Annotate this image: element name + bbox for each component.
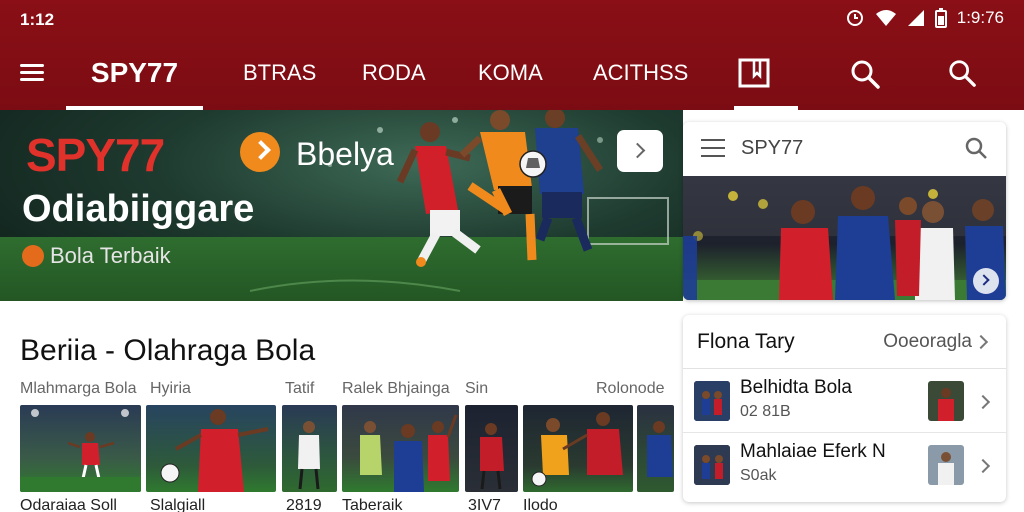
thumbnail-image: [480, 423, 504, 490]
video-thumbnail[interactable]: [523, 405, 633, 492]
top-app-bar: 1:12 1:9:76 SPY77 BTRAS RODA KOMA ACITHS…: [0, 0, 1024, 110]
hamburger-icon[interactable]: [701, 139, 725, 157]
list-item-title: Mahlaiae Eferk N: [740, 441, 886, 462]
status-time: 1:12: [20, 10, 55, 29]
chevron-right-icon: [629, 142, 646, 159]
hero-tagline: Bola Terbaik: [50, 243, 171, 268]
mini-app-title: SPY77: [741, 137, 804, 159]
thumbnail-caption: 3IV7: [468, 497, 501, 512]
thumbnail-caption: 2819: [286, 497, 322, 512]
hamburger-icon[interactable]: [20, 64, 44, 81]
list-item-subtitle: S0ak: [740, 467, 777, 484]
list-panel-title: Flona Tary: [697, 330, 795, 353]
nav-tab-book[interactable]: [734, 52, 798, 110]
video-thumbnail[interactable]: [20, 405, 141, 492]
status-clock: 1:9:76: [956, 8, 1004, 27]
chevron-right-icon: [975, 394, 991, 410]
hero-title: Odiabiiggare: [22, 188, 255, 230]
nav-tab-1[interactable]: BTRAS: [243, 60, 316, 86]
chevron-right-icon: [978, 274, 990, 286]
wifi-icon: [875, 10, 896, 26]
column-label: Rolonode: [596, 380, 665, 397]
side-list-panel: Flona Tary Ooeoragla Belhidta Bola 02 81…: [683, 315, 1006, 502]
mini-next-button[interactable]: [973, 268, 999, 294]
chevron-right-icon: [251, 140, 271, 160]
book-icon: [738, 58, 770, 88]
search-icon[interactable]: [849, 58, 881, 90]
nav-tab-2[interactable]: RODA: [362, 60, 426, 86]
thumbnail-caption: Slalgiall: [150, 497, 206, 512]
thumbnail-image: [694, 445, 730, 485]
thumbnail-image: [298, 421, 320, 490]
list-item-title: Belhidta Bola: [740, 377, 852, 398]
column-label: Tatif: [285, 380, 315, 397]
thumbnail-image: [360, 414, 458, 492]
video-thumbnail[interactable]: [282, 405, 337, 492]
video-thumbnail[interactable]: [146, 405, 276, 492]
thumbnail-image: [928, 381, 964, 421]
search-icon-secondary[interactable]: [947, 58, 977, 88]
hero-next-button[interactable]: [617, 130, 663, 172]
nav-tab-home[interactable]: SPY77: [66, 52, 203, 110]
list-item-subtitle: 02 81B: [740, 403, 791, 420]
thumbnail-image: [160, 409, 269, 492]
hero-banner[interactable]: SPY77 Bbelya Odiabiiggare Bola Terbaik: [0, 110, 683, 301]
chevron-right-icon: [973, 334, 989, 350]
column-label: Mlahmarga Bola: [20, 380, 137, 397]
thumbnail-caption: Taberaik: [342, 497, 403, 512]
chevron-right-icon: [975, 458, 991, 474]
list-item[interactable]: Belhidta Bola 02 81B: [683, 369, 1006, 433]
thumbnail-image: [928, 445, 964, 485]
nav-tab-4[interactable]: ACITHSS: [593, 60, 688, 86]
section-title: Beriia - Olahraga Bola: [20, 334, 316, 367]
video-thumbnail[interactable]: [637, 405, 674, 492]
ball-icon: [22, 245, 44, 267]
thumbnail-caption: Odaraiaa Soll: [20, 497, 117, 512]
mini-match-photo: [683, 176, 1006, 300]
hero-play-button[interactable]: [240, 132, 280, 172]
team-players-image: [683, 176, 1006, 300]
column-label: Sin: [465, 380, 489, 397]
column-label: Ralek Bhjainga: [342, 380, 450, 397]
alarm-icon: [846, 10, 863, 26]
hero-subtitle: Bbelya: [296, 136, 394, 172]
list-panel-link[interactable]: Ooeoragla: [883, 331, 972, 353]
status-icons: 1:9:76: [845, 8, 1004, 28]
column-label: Hyiria: [150, 380, 191, 397]
list-panel-header[interactable]: Flona Tary Ooeoragla: [683, 315, 1006, 369]
thumbnail-image: [647, 421, 673, 477]
thumbnail-image: [20, 409, 141, 492]
search-icon[interactable]: [964, 136, 988, 160]
signal-icon: [907, 10, 924, 26]
video-thumbnail[interactable]: [465, 405, 518, 492]
hero-brand: SPY77: [26, 129, 165, 181]
mini-app-bar: SPY77: [683, 122, 1006, 176]
nav-tab-3[interactable]: KOMA: [478, 60, 543, 86]
list-item[interactable]: Mahlaiae Eferk N S0ak: [683, 433, 1006, 497]
thumbnail-image: [531, 412, 623, 487]
thumbnail-caption: Ilodo: [523, 497, 558, 512]
battery-icon: [934, 8, 947, 28]
mini-app-card[interactable]: SPY77: [683, 122, 1006, 300]
video-thumbnail[interactable]: [342, 405, 459, 492]
thumbnail-image: [694, 381, 730, 421]
